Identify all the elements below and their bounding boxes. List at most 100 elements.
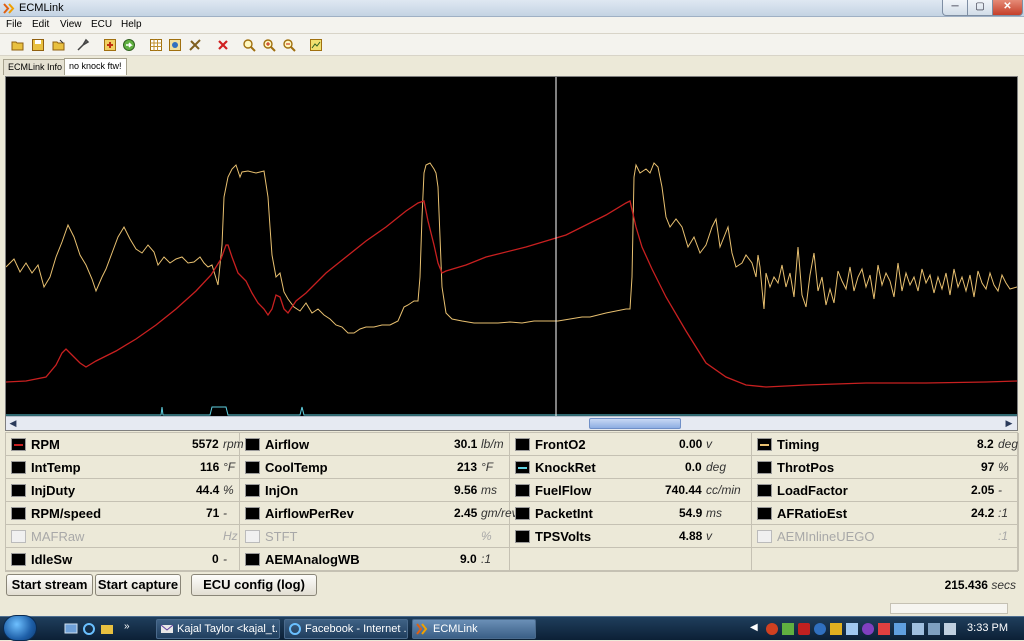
taskbar-item-label: Facebook - Internet ... (305, 623, 408, 635)
param-injduty-swatch[interactable] (11, 484, 26, 497)
param-injduty-cell[interactable]: InjDuty 44.4% (6, 479, 240, 502)
graph-horizontal-scrollbar[interactable]: ◀ ▶ (6, 416, 1017, 430)
tray-expand-icon[interactable]: ◀ (750, 622, 762, 634)
param-idlesw-swatch[interactable] (11, 553, 26, 566)
param-fronto2-cell[interactable]: FrontO2 0.00 v (510, 433, 752, 456)
tray-update-icon[interactable] (814, 623, 826, 635)
param-afratioest-cell[interactable]: AFRatioEst 24.2:1 (752, 502, 1019, 525)
ie-quicklaunch-icon[interactable] (82, 622, 96, 636)
save-icon[interactable] (31, 38, 45, 52)
param-fuelflow-cell[interactable]: FuelFlow 740.44 cc/min (510, 479, 752, 502)
open-folder-icon[interactable] (11, 38, 25, 52)
param-idlesw-cell[interactable]: IdleSw 0- (6, 548, 240, 571)
scroll-right-icon[interactable]: ▶ (1002, 417, 1016, 430)
zoom-out-icon[interactable] (282, 38, 296, 52)
menu-file[interactable]: File (6, 19, 22, 30)
param-tpsvolts-cell[interactable]: TPSVolts 4.88 v (510, 525, 752, 548)
network-icon[interactable] (928, 623, 940, 635)
menu-help[interactable]: Help (121, 19, 142, 30)
zoom-in-icon[interactable] (262, 38, 276, 52)
start-button[interactable] (3, 615, 37, 641)
zoom-fit-icon[interactable] (242, 38, 256, 52)
show-desktop-icon[interactable] (64, 622, 78, 636)
param-rpm-cell[interactable]: RPM 5572 rpm (6, 433, 244, 456)
param-timing-cell[interactable]: Timing 8.2 deg (752, 433, 1019, 456)
param-stft-swatch[interactable] (245, 530, 260, 543)
tray-power-icon[interactable] (912, 623, 924, 635)
param-afratioest-swatch[interactable] (757, 507, 772, 520)
chevron-right-icon[interactable]: » (124, 621, 138, 635)
param-airflow-cell[interactable]: Airflow 30.1 lb/m (240, 433, 510, 456)
param-timing-swatch[interactable] (757, 438, 772, 451)
param-aemanalogwb-cell[interactable]: AEMAnalogWB 9.0:1 (240, 548, 510, 571)
delete-icon[interactable] (216, 38, 230, 52)
tray-network-icon[interactable] (846, 623, 858, 635)
tools-icon[interactable] (188, 38, 202, 52)
maximize-button[interactable]: ▢ (967, 0, 993, 16)
param-aemanalogwb-swatch[interactable] (245, 553, 260, 566)
taskbar-item-yahoo-mail[interactable]: Kajal Taylor <kajal_t... (156, 619, 280, 639)
param-knockret-cell[interactable]: KnockRet 0.0 deg (510, 456, 752, 479)
param-fuelflow-swatch[interactable] (515, 484, 530, 497)
tray-display-icon[interactable] (894, 623, 906, 635)
ati-icon[interactable] (798, 623, 810, 635)
param-aeminlineuego-swatch[interactable] (757, 530, 772, 543)
volume-icon[interactable] (944, 623, 956, 635)
map-icon[interactable] (168, 38, 182, 52)
param-rpm-speed-cell[interactable]: RPM/speed 71- (6, 502, 240, 525)
param-throtpos-name: ThrotPos (777, 460, 835, 475)
read-ecu-icon[interactable] (103, 38, 117, 52)
taskbar-item-ecmlink[interactable]: ECMLink (412, 619, 536, 639)
minimize-button[interactable]: ─ (942, 0, 968, 16)
tray-app-icon[interactable] (766, 623, 778, 635)
param-inttemp-cell[interactable]: IntTemp 116 °F (6, 456, 240, 479)
tray-alert-icon[interactable] (878, 623, 890, 635)
tab-no-knock-ftw[interactable]: no knock ftw! (64, 58, 127, 75)
param-tpsvolts-swatch[interactable] (515, 530, 530, 543)
folder-quicklaunch-icon[interactable] (100, 622, 114, 636)
table-icon[interactable] (149, 38, 163, 52)
menu-view[interactable]: View (60, 19, 82, 30)
param-packetint-cell[interactable]: PacketInt 54.9 ms (510, 502, 752, 525)
param-loadfactor-cell[interactable]: LoadFactor 2.05- (752, 479, 1019, 502)
param-throtpos-swatch[interactable] (757, 461, 772, 474)
start-capture-button[interactable]: Start capture (95, 574, 181, 596)
param-fronto2-value: 0.00 (679, 437, 703, 451)
param-mafraw-swatch[interactable] (11, 530, 26, 543)
tray-status-icon[interactable] (782, 623, 794, 635)
param-airflowperrev-cell[interactable]: AirflowPerRev 2.45 gm/rev (240, 502, 518, 525)
taskbar-item-facebook-ie[interactable]: Facebook - Internet ... (284, 619, 408, 639)
param-packetint-swatch[interactable] (515, 507, 530, 520)
ecu-config-button[interactable]: ECU config (log) (191, 574, 317, 596)
param-cooltemp-cell[interactable]: CoolTemp 213 °F (240, 456, 510, 479)
start-stream-button[interactable]: Start stream (6, 574, 93, 596)
param-inttemp-swatch[interactable] (11, 461, 26, 474)
param-loadfactor-swatch[interactable] (757, 484, 772, 497)
scrollbar-thumb[interactable] (589, 418, 681, 429)
param-mafraw-cell[interactable]: MAFRaw Hz (6, 525, 240, 548)
param-cooltemp-swatch[interactable] (245, 461, 260, 474)
save-as-icon[interactable] (52, 38, 66, 52)
menu-ecu[interactable]: ECU (91, 19, 112, 30)
log-graph[interactable] (6, 77, 1017, 416)
param-airflowperrev-swatch[interactable] (245, 507, 260, 520)
scroll-left-icon[interactable]: ◀ (6, 417, 20, 430)
write-ecu-icon[interactable] (122, 38, 136, 52)
menu-edit[interactable]: Edit (32, 19, 49, 30)
param-fronto2-swatch[interactable] (515, 438, 530, 451)
param-rpm-speed-swatch[interactable] (11, 507, 26, 520)
param-knockret-swatch[interactable] (515, 461, 530, 474)
tab-ecmlink-info[interactable]: ECMLink Info (3, 59, 68, 75)
param-rpm-swatch[interactable] (11, 438, 26, 451)
param-throtpos-cell[interactable]: ThrotPos 97% (752, 456, 1019, 479)
tray-messenger-icon[interactable] (830, 623, 842, 635)
param-injon-cell[interactable]: InjOn 9.56 ms (240, 479, 510, 502)
param-aeminlineuego-cell[interactable]: AEMInlineUEGO:1 (752, 525, 1019, 548)
param-airflow-swatch[interactable] (245, 438, 260, 451)
connect-icon[interactable] (76, 38, 90, 52)
close-button[interactable]: ✕ (992, 0, 1023, 16)
chart-settings-icon[interactable] (309, 38, 323, 52)
param-injon-swatch[interactable] (245, 484, 260, 497)
tray-misc-icon[interactable] (862, 623, 874, 635)
param-stft-cell[interactable]: STFT% (240, 525, 510, 548)
